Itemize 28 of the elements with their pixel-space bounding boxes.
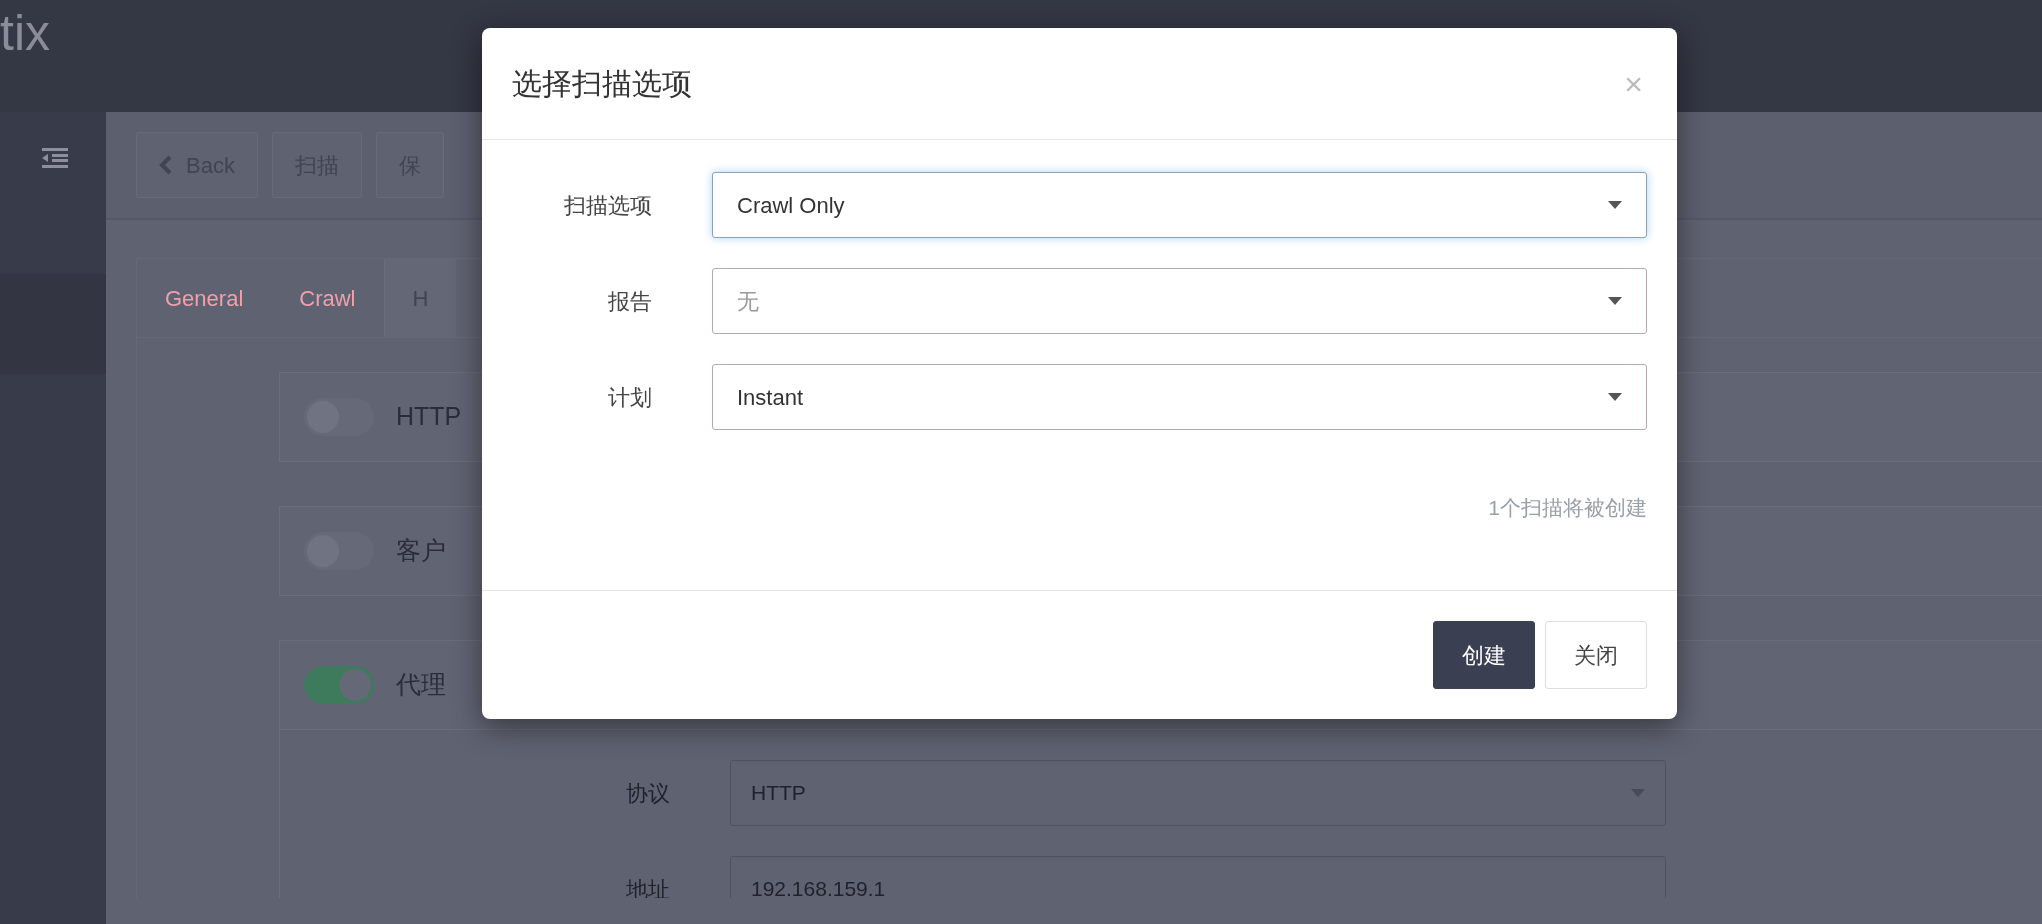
select-field[interactable]: HTTP: [730, 760, 1666, 826]
chevron-left-icon: [159, 155, 172, 175]
field-label: 协议: [625, 779, 670, 808]
close-button[interactable]: ×: [1620, 67, 1647, 100]
field-label: 扫描选项: [563, 191, 652, 220]
setting-label: HTTP: [396, 401, 462, 433]
field-label: 地址: [625, 875, 670, 898]
tab[interactable]: Crawl: [271, 259, 384, 337]
toggle-switch[interactable]: [304, 666, 374, 704]
caret-icon: [1608, 201, 1622, 209]
app-logo: tix: [0, 4, 51, 58]
tab[interactable]: General: [137, 259, 272, 337]
info-text: 1个扫描将被创建: [1487, 495, 1647, 521]
input-field[interactable]: 192.168.159.1: [730, 856, 1666, 898]
menu-icon[interactable]: [42, 148, 68, 168]
caret-icon: [1631, 789, 1645, 797]
setting-label: 客户: [396, 535, 446, 567]
dialog-title: 选择扫描选项: [512, 65, 692, 102]
create-button[interactable]: 创建: [1433, 621, 1535, 689]
setting-label: 代理: [396, 669, 446, 701]
select-field[interactable]: Instant: [712, 364, 1647, 430]
caret-icon: [1608, 393, 1622, 401]
field-label: 计划: [607, 383, 652, 412]
select-field[interactable]: 无: [712, 268, 1647, 334]
close-button[interactable]: 关闭: [1545, 621, 1647, 689]
field-label: 报告: [607, 287, 652, 316]
select-field[interactable]: Crawl Only: [712, 172, 1647, 238]
caret-icon: [1608, 297, 1622, 305]
